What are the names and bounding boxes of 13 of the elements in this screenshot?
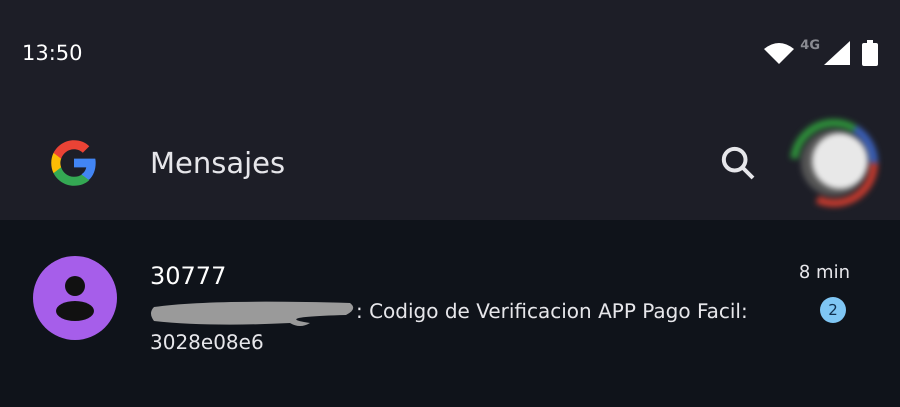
- battery-icon: [862, 40, 878, 66]
- person-icon: [56, 275, 94, 321]
- status-time: 13:50: [22, 40, 84, 64]
- sender-name: 30777: [150, 262, 228, 290]
- wifi-icon: [764, 42, 794, 64]
- account-avatar[interactable]: [788, 116, 880, 208]
- network-type: 4G: [800, 38, 820, 53]
- message-time: 8 min: [798, 262, 850, 283]
- app-title: Mensajes: [150, 146, 286, 180]
- message-preview: : Codigo de Verificacion APP Pago Facil: 3028e08e6: [150, 298, 749, 356]
- signal-icon: [824, 40, 850, 64]
- unread-count: 2: [820, 297, 846, 323]
- conversation-item[interactable]: 30777 : Codigo de Verificacion APP Pago Facil: 3028e08e6 8 min 2: [0, 220, 900, 357]
